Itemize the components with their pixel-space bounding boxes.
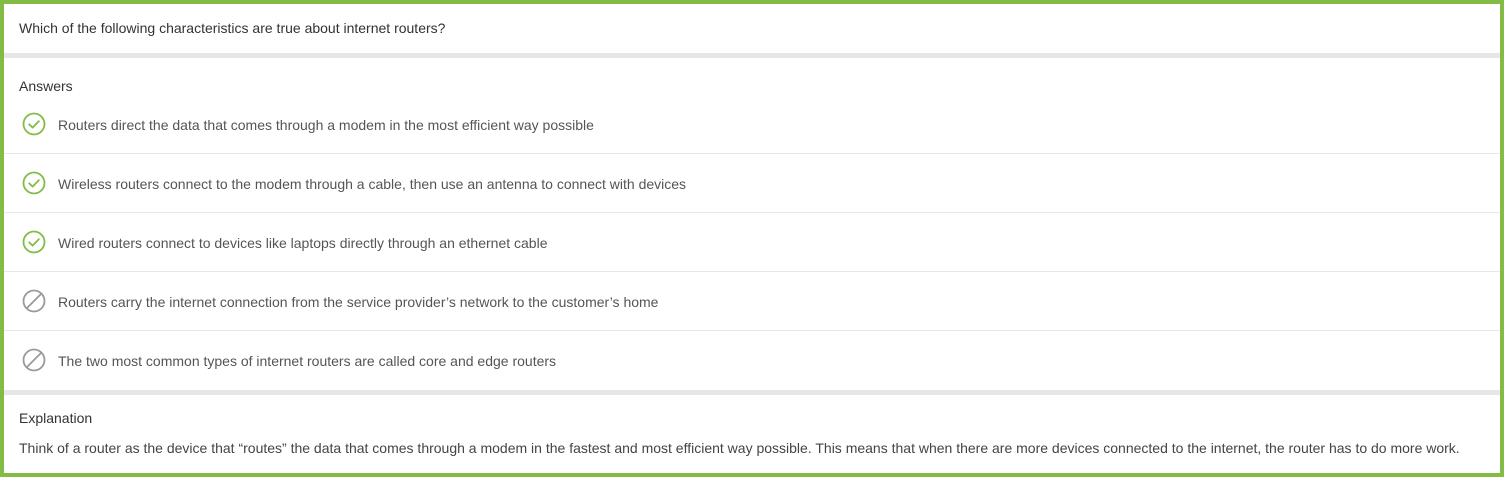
check-circle-icon [22,230,46,254]
answer-item: Wired routers connect to devices like la… [4,213,1500,272]
answer-text: Routers carry the internet connection fr… [58,294,659,310]
prohibited-circle-icon [22,289,46,313]
explanation-text: Think of a router as the device that “ro… [19,440,1460,456]
answer-text: Wired routers connect to devices like la… [58,235,548,251]
question-text: Which of the following characteristics a… [19,20,446,36]
section-divider [4,53,1500,58]
answer-item: Wireless routers connect to the modem th… [4,154,1500,213]
check-circle-icon [22,171,46,195]
answer-item: The two most common types of internet ro… [4,331,1500,390]
check-circle-icon [22,112,46,136]
answer-item: Routers carry the internet connection fr… [4,272,1500,331]
answer-item: Routers direct the data that comes throu… [4,95,1500,154]
answer-text: The two most common types of internet ro… [58,353,557,369]
prohibited-circle-icon [22,348,46,372]
answer-text: Routers direct the data that comes throu… [58,117,594,133]
question-section: Which of the following characteristics a… [4,4,1500,53]
quiz-result-panel: Which of the following characteristics a… [0,0,1504,477]
answer-text: Wireless routers connect to the modem th… [58,176,687,192]
section-divider [4,390,1500,395]
explanation-heading: Explanation [19,410,93,426]
answers-heading: Answers [19,78,73,94]
